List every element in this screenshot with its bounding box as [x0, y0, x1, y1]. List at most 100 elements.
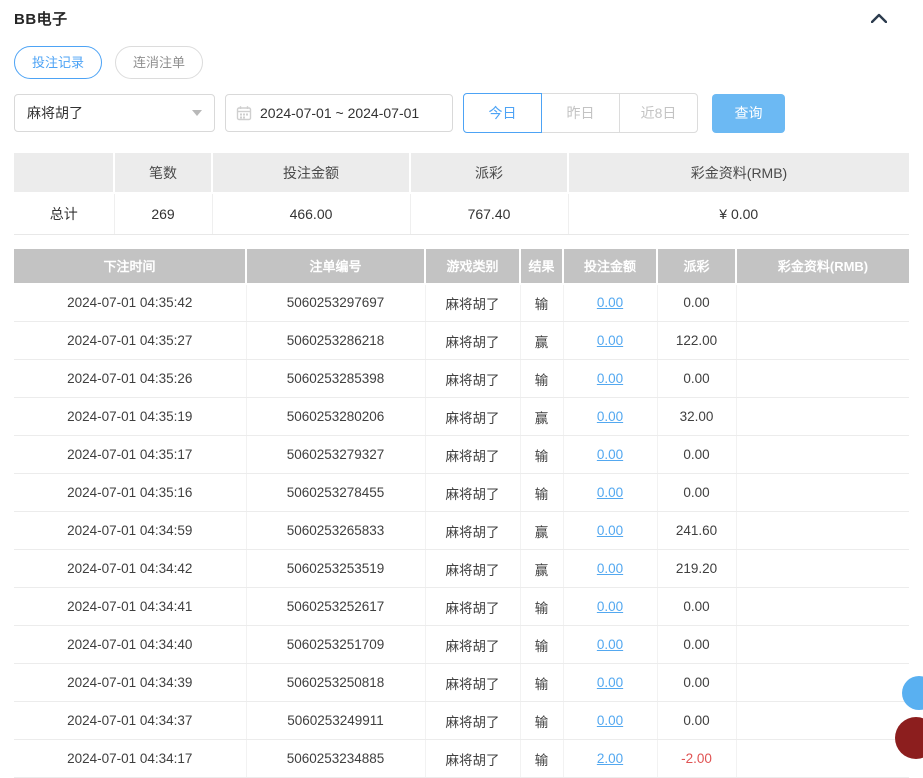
- table-row: 2024-07-01 04:34:39 5060253250818 麻将胡了 输…: [14, 664, 909, 702]
- cell-result: 输: [520, 702, 563, 740]
- cell-bet-time: 2024-07-01 04:34:40: [14, 626, 246, 664]
- bet-amount-link[interactable]: 0.00: [597, 637, 623, 652]
- table-row: 2024-07-01 04:35:42 5060253297697 麻将胡了 输…: [14, 284, 909, 322]
- table-row: 2024-07-01 04:35:27 5060253286218 麻将胡了 赢…: [14, 322, 909, 360]
- bet-amount-link[interactable]: 0.00: [597, 409, 623, 424]
- cell-result: 赢: [520, 322, 563, 360]
- table-row: 2024-07-01 04:34:41 5060253252617 麻将胡了 输…: [14, 588, 909, 626]
- bet-amount-link[interactable]: 0.00: [597, 333, 623, 348]
- tab-bet-records[interactable]: 投注记录: [14, 46, 102, 79]
- cell-bet-amount: 0.00: [563, 436, 657, 474]
- cell-bet-id: 5060253251709: [246, 626, 425, 664]
- bet-amount-link[interactable]: 0.00: [597, 485, 623, 500]
- cell-result: 输: [520, 588, 563, 626]
- bet-amount-link[interactable]: 0.00: [597, 599, 623, 614]
- bet-amount-link[interactable]: 0.00: [597, 561, 623, 576]
- cell-bet-time: 2024-07-01 04:35:16: [14, 474, 246, 512]
- cell-payout: 0.00: [657, 626, 736, 664]
- tab-bar: 投注记录 连消注单: [14, 46, 909, 79]
- table-row: 2024-07-01 04:35:17 5060253279327 麻将胡了 输…: [14, 436, 909, 474]
- table-row: 2024-07-01 04:34:17 5060253234885 麻将胡了 输…: [14, 740, 909, 778]
- cell-bet-amount: 2.00: [563, 740, 657, 778]
- cell-payout: 0.00: [657, 588, 736, 626]
- game-select-value: 麻将胡了: [27, 103, 83, 123]
- cell-bonus: [736, 702, 909, 740]
- cell-bet-amount: 0.00: [563, 550, 657, 588]
- bet-amount-link[interactable]: 0.00: [597, 371, 623, 386]
- cell-bonus: [736, 360, 909, 398]
- collapse-button[interactable]: [871, 13, 887, 23]
- quick-range-yesterday[interactable]: 昨日: [541, 93, 620, 133]
- cell-bet-time: 2024-07-01 04:34:39: [14, 664, 246, 702]
- cell-result: 输: [520, 740, 563, 778]
- cell-bet-time: 2024-07-01 04:35:17: [14, 436, 246, 474]
- cell-result: 输: [520, 284, 563, 322]
- cell-bet-id: 5060253279327: [246, 436, 425, 474]
- chevron-up-icon: [871, 13, 887, 23]
- cell-game-type: 麻将胡了: [425, 512, 520, 550]
- table-row: 2024-07-01 04:35:26 5060253285398 麻将胡了 输…: [14, 360, 909, 398]
- cell-game-type: 麻将胡了: [425, 664, 520, 702]
- cell-bet-time: 2024-07-01 04:35:27: [14, 322, 246, 360]
- date-range-input[interactable]: 2024-07-01 ~ 2024-07-01: [225, 94, 453, 132]
- cell-bonus: [736, 322, 909, 360]
- cell-bet-amount: 0.00: [563, 284, 657, 322]
- cell-bet-time: 2024-07-01 04:35:19: [14, 398, 246, 436]
- cell-result: 输: [520, 626, 563, 664]
- tab-cancelled-bets[interactable]: 连消注单: [115, 46, 203, 79]
- filter-bar: 麻将胡了 2024-07-01 ~ 2024-07-01 今日 昨日 近8日 查…: [14, 93, 909, 133]
- cell-bet-time: 2024-07-01 04:34:42: [14, 550, 246, 588]
- cell-game-type: 麻将胡了: [425, 436, 520, 474]
- cell-payout: 0.00: [657, 436, 736, 474]
- cell-bet-id: 5060253278455: [246, 474, 425, 512]
- cell-bet-amount: 0.00: [563, 588, 657, 626]
- page-title: BB电子: [14, 8, 68, 29]
- quick-range-last8days[interactable]: 近8日: [619, 93, 698, 133]
- cell-bonus: [736, 474, 909, 512]
- col-header-bet-id: 注单编号: [246, 249, 425, 284]
- cell-bet-time: 2024-07-01 04:34:17: [14, 740, 246, 778]
- summary-header-bet-amount: 投注金额: [212, 153, 410, 193]
- cell-result: 赢: [520, 398, 563, 436]
- cell-payout: 241.60: [657, 512, 736, 550]
- cell-game-type: 麻将胡了: [425, 322, 520, 360]
- cell-result: 赢: [520, 550, 563, 588]
- cell-bet-id: 5060253249911: [246, 702, 425, 740]
- cell-payout: 0.00: [657, 702, 736, 740]
- caret-down-icon: [192, 110, 202, 116]
- cell-bet-id: 5060253265833: [246, 512, 425, 550]
- cell-game-type: 麻将胡了: [425, 284, 520, 322]
- bet-amount-link[interactable]: 0.00: [597, 447, 623, 462]
- table-row: 2024-07-01 04:35:19 5060253280206 麻将胡了 赢…: [14, 398, 909, 436]
- cell-bonus: [736, 398, 909, 436]
- cell-payout: 0.00: [657, 360, 736, 398]
- cell-bet-amount: 0.00: [563, 664, 657, 702]
- cell-bet-id: 5060253253519: [246, 550, 425, 588]
- cell-bonus: [736, 436, 909, 474]
- quick-range-today[interactable]: 今日: [463, 93, 542, 133]
- cell-bet-time: 2024-07-01 04:34:41: [14, 588, 246, 626]
- game-select[interactable]: 麻将胡了: [14, 94, 215, 132]
- cell-payout: 122.00: [657, 322, 736, 360]
- summary-header-payout: 派彩: [410, 153, 568, 193]
- cell-result: 输: [520, 664, 563, 702]
- col-header-payout: 派彩: [657, 249, 736, 284]
- cell-bet-amount: 0.00: [563, 474, 657, 512]
- bet-amount-link[interactable]: 0.00: [597, 295, 623, 310]
- bet-amount-link[interactable]: 0.00: [597, 713, 623, 728]
- cell-bet-id: 5060253234885: [246, 740, 425, 778]
- cell-payout: 0.00: [657, 664, 736, 702]
- cell-game-type: 麻将胡了: [425, 474, 520, 512]
- cell-payout: 0.00: [657, 284, 736, 322]
- bet-amount-link[interactable]: 2.00: [597, 751, 623, 766]
- cell-payout: 219.20: [657, 550, 736, 588]
- bet-records-table: 下注时间 注单编号 游戏类别 结果 投注金额 派彩 彩金资料(RMB) 2024…: [14, 249, 909, 778]
- cell-bonus: [736, 550, 909, 588]
- cell-bet-amount: 0.00: [563, 702, 657, 740]
- col-header-bet-amount: 投注金额: [563, 249, 657, 284]
- calendar-icon: [236, 105, 252, 121]
- search-button[interactable]: 查询: [712, 94, 785, 133]
- cell-game-type: 麻将胡了: [425, 702, 520, 740]
- bet-amount-link[interactable]: 0.00: [597, 523, 623, 538]
- bet-amount-link[interactable]: 0.00: [597, 675, 623, 690]
